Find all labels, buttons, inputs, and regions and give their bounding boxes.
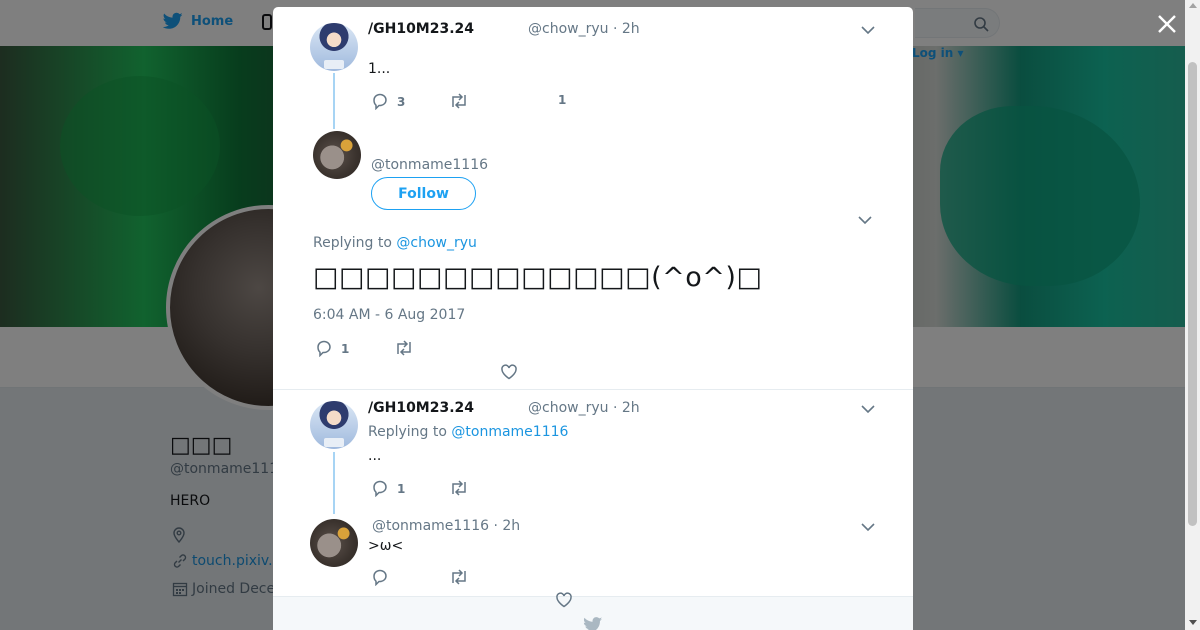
reply-count: 3: [397, 94, 406, 109]
retweet-button[interactable]: [449, 93, 469, 109]
reply-tweet[interactable]: @tonmame1116 · 2h >ω<: [273, 512, 913, 596]
reply-count: 1: [341, 341, 350, 356]
tweet-handle-time: @chow_ryu · 2h: [528, 21, 640, 37]
focused-tweet-text: □□□□□□□□□□□□□(^o^)□: [313, 262, 763, 293]
retweet-button[interactable]: [449, 569, 469, 585]
reply-tweet[interactable]: /GH10M23.24 @chow_ryu · 2h Replying to @…: [273, 390, 913, 514]
replying-prefix: Replying to: [313, 235, 392, 251]
avatar[interactable]: [310, 519, 358, 567]
retweet-button[interactable]: [449, 480, 469, 496]
like-button[interactable]: 1: [558, 93, 566, 107]
thread-line: [333, 73, 335, 129]
tweet-text: ...: [368, 448, 382, 464]
reply-icon: [373, 93, 387, 110]
heart-icon: [556, 592, 572, 608]
like-button[interactable]: [500, 364, 518, 380]
reply-button[interactable]: 3: [371, 93, 405, 110]
page-scrollbar[interactable]: [1185, 0, 1200, 630]
avatar[interactable]: [310, 23, 358, 71]
tweet-handle-time: @chow_ryu · 2h: [528, 400, 640, 416]
tweet-text: >ω<: [368, 538, 404, 554]
follow-button[interactable]: Follow: [371, 177, 476, 210]
replying-prefix: Replying to: [368, 424, 447, 440]
chevron-down-icon[interactable]: [861, 25, 875, 35]
tweet-time[interactable]: · 2h: [493, 518, 520, 534]
tweet-display-name[interactable]: /GH10M23.24: [368, 400, 474, 416]
avatar[interactable]: [310, 401, 358, 449]
reply-icon: [373, 569, 387, 586]
tweet-handle[interactable]: @tonmame1116: [372, 518, 489, 534]
replying-to: Replying to @tonmame1116: [368, 424, 568, 440]
scrollbar-thumb[interactable]: [1188, 62, 1197, 526]
tweet-display-name[interactable]: /GH10M23.24: [368, 21, 474, 37]
retweet-icon: [452, 93, 466, 109]
reply-count: 1: [397, 481, 406, 496]
tweet-handle[interactable]: @chow_ryu: [528, 21, 609, 37]
tweet-handle[interactable]: @tonmame1116: [371, 157, 488, 173]
ancestor-tweet[interactable]: /GH10M23.24 @chow_ryu · 2h 1... 3 1: [273, 7, 913, 129]
thread-line: [333, 452, 335, 514]
replying-to: Replying to @chow_ryu: [313, 235, 477, 251]
retweet-icon: [397, 340, 411, 356]
retweet-icon: [452, 480, 466, 496]
avatar[interactable]: [313, 131, 361, 179]
scroll-up-arrow[interactable]: [1189, 3, 1197, 8]
tweet-handle[interactable]: @chow_ryu: [528, 400, 609, 416]
reply-button[interactable]: 1: [371, 480, 405, 497]
tweet-text: 1...: [368, 61, 391, 77]
retweet-button[interactable]: [394, 340, 414, 356]
reply-button[interactable]: 1: [315, 340, 349, 357]
tweet-time[interactable]: · 2h: [613, 21, 640, 37]
focused-tweet: @tonmame1116 Follow Replying to @chow_ry…: [273, 127, 913, 389]
chevron-down-icon[interactable]: [858, 215, 872, 225]
retweet-icon: [452, 569, 466, 585]
tweet-handle-time: @tonmame1116 · 2h: [372, 518, 520, 534]
modal-footer: [273, 596, 913, 630]
tweet-modal: /GH10M23.24 @chow_ryu · 2h 1... 3 1 @ton…: [273, 7, 913, 630]
twitter-bird-icon: [583, 617, 603, 630]
like-button[interactable]: [555, 592, 573, 608]
like-count: 1: [558, 93, 567, 107]
reply-icon: [317, 340, 331, 357]
tweet-time[interactable]: · 2h: [613, 400, 640, 416]
reply-icon: [373, 480, 387, 497]
reply-button[interactable]: [371, 569, 389, 586]
chevron-down-icon[interactable]: [861, 522, 875, 532]
tweet-datestamp[interactable]: 6:04 AM - 6 Aug 2017: [313, 307, 465, 323]
chevron-down-icon[interactable]: [861, 404, 875, 414]
replying-mention[interactable]: @tonmame1116: [451, 424, 568, 440]
scroll-down-arrow[interactable]: [1189, 620, 1197, 625]
heart-icon: [501, 364, 517, 380]
close-icon[interactable]: [1155, 12, 1179, 36]
replying-mention[interactable]: @chow_ryu: [396, 235, 477, 251]
